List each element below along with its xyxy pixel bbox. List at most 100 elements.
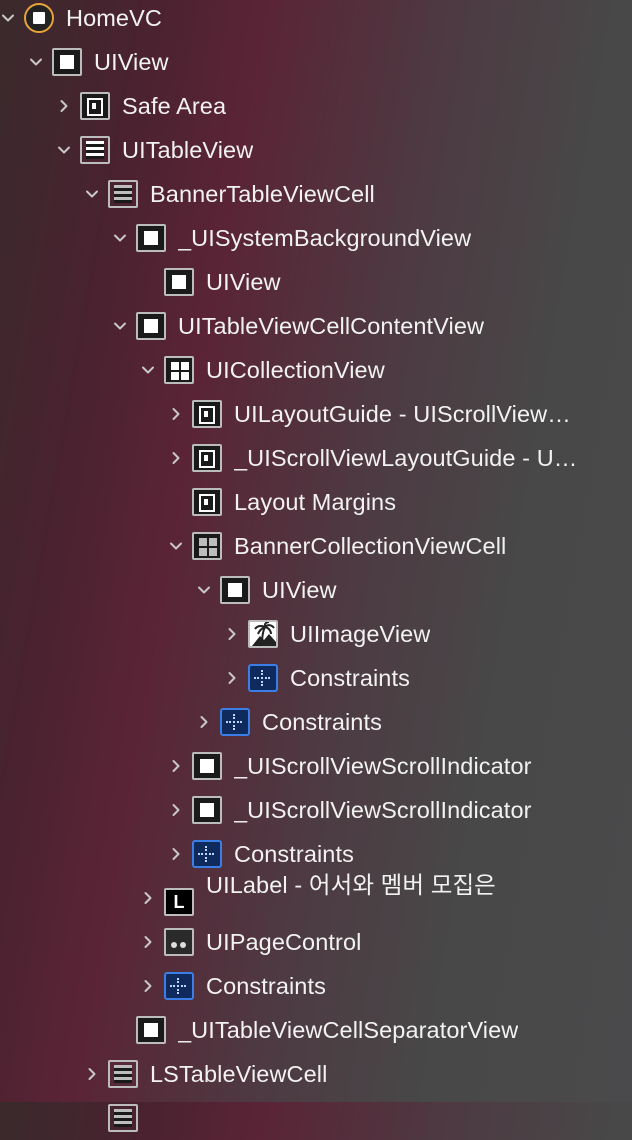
tree-row[interactable]: Constraints bbox=[0, 832, 632, 876]
tree-row-label: Constraints bbox=[262, 709, 382, 735]
tree-row[interactable]: _UIScrollViewScrollIndicator bbox=[0, 744, 632, 788]
view-icon bbox=[164, 268, 194, 296]
tree-row[interactable]: BannerTableViewCell bbox=[0, 172, 632, 216]
tree-row[interactable]: _UISystemBackgroundView bbox=[0, 216, 632, 260]
constraints-icon bbox=[192, 840, 222, 868]
tree-row[interactable]: _UIScrollViewLayoutGuide - U… bbox=[0, 436, 632, 480]
chevron-right-icon[interactable] bbox=[168, 758, 184, 774]
tree-row-label: UIView bbox=[262, 577, 337, 603]
tree-row-label: Layout Margins bbox=[234, 489, 397, 515]
tree-row[interactable]: Safe Area bbox=[0, 84, 632, 128]
chevron-down-icon[interactable] bbox=[112, 230, 128, 246]
table-cell-icon bbox=[108, 180, 138, 208]
chevron-down-icon[interactable] bbox=[56, 142, 72, 158]
tree-row-label: UIPageControl bbox=[206, 929, 362, 955]
tree-row[interactable]: _UIScrollViewScrollIndicator bbox=[0, 788, 632, 832]
chevron-right-icon[interactable] bbox=[224, 670, 240, 686]
chevron-down-icon[interactable] bbox=[196, 582, 212, 598]
tree-row[interactable]: UIView bbox=[0, 40, 632, 84]
chevron-right-icon[interactable] bbox=[196, 714, 212, 730]
constraints-icon bbox=[164, 972, 194, 1000]
tree-row[interactable]: _UITableViewCellSeparatorView bbox=[0, 1008, 632, 1052]
tree-row-label: Constraints bbox=[290, 665, 410, 691]
chevron-right-icon[interactable] bbox=[140, 978, 156, 994]
image-view-icon bbox=[248, 620, 278, 648]
tree-row-label: BannerTableViewCell bbox=[150, 181, 375, 207]
chevron-right-icon[interactable] bbox=[140, 934, 156, 950]
view-icon bbox=[136, 312, 166, 340]
view-icon bbox=[192, 752, 222, 780]
view-icon bbox=[192, 796, 222, 824]
layout-guide-icon bbox=[80, 92, 110, 120]
chevron-down-icon[interactable] bbox=[112, 318, 128, 334]
layout-guide-icon bbox=[192, 400, 222, 428]
tree-row[interactable]: UIPageControl bbox=[0, 920, 632, 964]
view-controller-icon bbox=[24, 3, 54, 33]
view-icon bbox=[136, 224, 166, 252]
view-icon bbox=[136, 1016, 166, 1044]
table-cell-icon bbox=[108, 1060, 138, 1088]
tree-row[interactable]: UICollectionView bbox=[0, 348, 632, 392]
label-glyph: L bbox=[173, 892, 185, 912]
tree-row-label: UICollectionView bbox=[206, 357, 385, 383]
tree-row[interactable]: UITableViewCellContentView bbox=[0, 304, 632, 348]
constraints-icon bbox=[248, 664, 278, 692]
tree-row[interactable]: Constraints bbox=[0, 964, 632, 1008]
chevron-down-icon[interactable] bbox=[84, 186, 100, 202]
tree-row-label: UIView bbox=[206, 269, 281, 295]
tree-row-label: UILabel - 어서와 멤버 모집은 bbox=[206, 872, 496, 898]
tree-row[interactable]: UIView bbox=[0, 260, 632, 304]
tree-row[interactable]: Constraints bbox=[0, 700, 632, 744]
table-cell-icon bbox=[108, 1104, 138, 1132]
constraints-icon bbox=[220, 708, 250, 736]
chevron-right-icon[interactable] bbox=[84, 1066, 100, 1082]
collection-view-icon bbox=[164, 356, 194, 384]
chevron-right-icon[interactable] bbox=[168, 846, 184, 862]
tree-row-label: _UIScrollViewLayoutGuide - U… bbox=[234, 445, 578, 471]
tree-row-label: _UITableViewCellSeparatorView bbox=[178, 1017, 519, 1043]
layout-guide-icon bbox=[192, 444, 222, 472]
page-control-icon bbox=[164, 928, 194, 956]
tree-row[interactable]: UILayoutGuide - UIScrollView… bbox=[0, 392, 632, 436]
chevron-down-icon[interactable] bbox=[0, 10, 16, 26]
tree-row-label: LSTableViewCell bbox=[150, 1061, 328, 1087]
tree-row[interactable]: LSTableViewCell bbox=[0, 1052, 632, 1096]
chevron-down-icon[interactable] bbox=[28, 54, 44, 70]
chevron-right-icon[interactable] bbox=[56, 98, 72, 114]
tree-row[interactable]: Constraints bbox=[0, 656, 632, 700]
tree-row-label: UIView bbox=[94, 49, 169, 75]
chevron-down-icon[interactable] bbox=[168, 538, 184, 554]
collection-cell-icon bbox=[192, 532, 222, 560]
tree-row-label: BannerCollectionViewCell bbox=[234, 533, 507, 559]
tree-row[interactable]: HomeVC bbox=[0, 0, 632, 40]
tree-row[interactable]: UIImageView bbox=[0, 612, 632, 656]
tree-row[interactable]: UIView bbox=[0, 568, 632, 612]
chevron-right-icon[interactable] bbox=[168, 406, 184, 422]
tree-row[interactable]: L UILabel - 어서와 멤버 모집은 bbox=[0, 872, 632, 920]
tree-row-label: _UIScrollViewScrollIndicator bbox=[234, 753, 532, 779]
tree-row[interactable] bbox=[0, 1096, 632, 1140]
chevron-right-icon[interactable] bbox=[140, 890, 156, 906]
view-icon bbox=[52, 48, 82, 76]
tree-row-label: UITableViewCellContentView bbox=[178, 313, 485, 339]
tree-row-label: Safe Area bbox=[122, 93, 227, 119]
chevron-right-icon[interactable] bbox=[168, 450, 184, 466]
view-hierarchy-tree: HomeVC UIView Safe Area UITableView BannerTa… bbox=[0, 0, 632, 1132]
tree-row-label: HomeVC bbox=[66, 5, 162, 31]
view-icon bbox=[220, 576, 250, 604]
table-view-icon bbox=[80, 136, 110, 164]
layout-guide-icon bbox=[192, 488, 222, 516]
tree-row-label: Constraints bbox=[206, 973, 326, 999]
chevron-down-icon[interactable] bbox=[140, 362, 156, 378]
chevron-right-icon[interactable] bbox=[168, 802, 184, 818]
tree-row-label: _UIScrollViewScrollIndicator bbox=[234, 797, 532, 823]
tree-row-label: UILayoutGuide - UIScrollView… bbox=[234, 401, 571, 427]
tree-row[interactable]: Layout Margins bbox=[0, 480, 632, 524]
chevron-right-icon[interactable] bbox=[224, 626, 240, 642]
tree-row[interactable]: UITableView bbox=[0, 128, 632, 172]
tree-row[interactable]: BannerCollectionViewCell bbox=[0, 524, 632, 568]
tree-row-label: Constraints bbox=[234, 841, 354, 867]
tree-row-label: UIImageView bbox=[290, 621, 431, 647]
tree-row-label: UITableView bbox=[122, 137, 254, 163]
tree-row-label: _UISystemBackgroundView bbox=[178, 225, 472, 251]
